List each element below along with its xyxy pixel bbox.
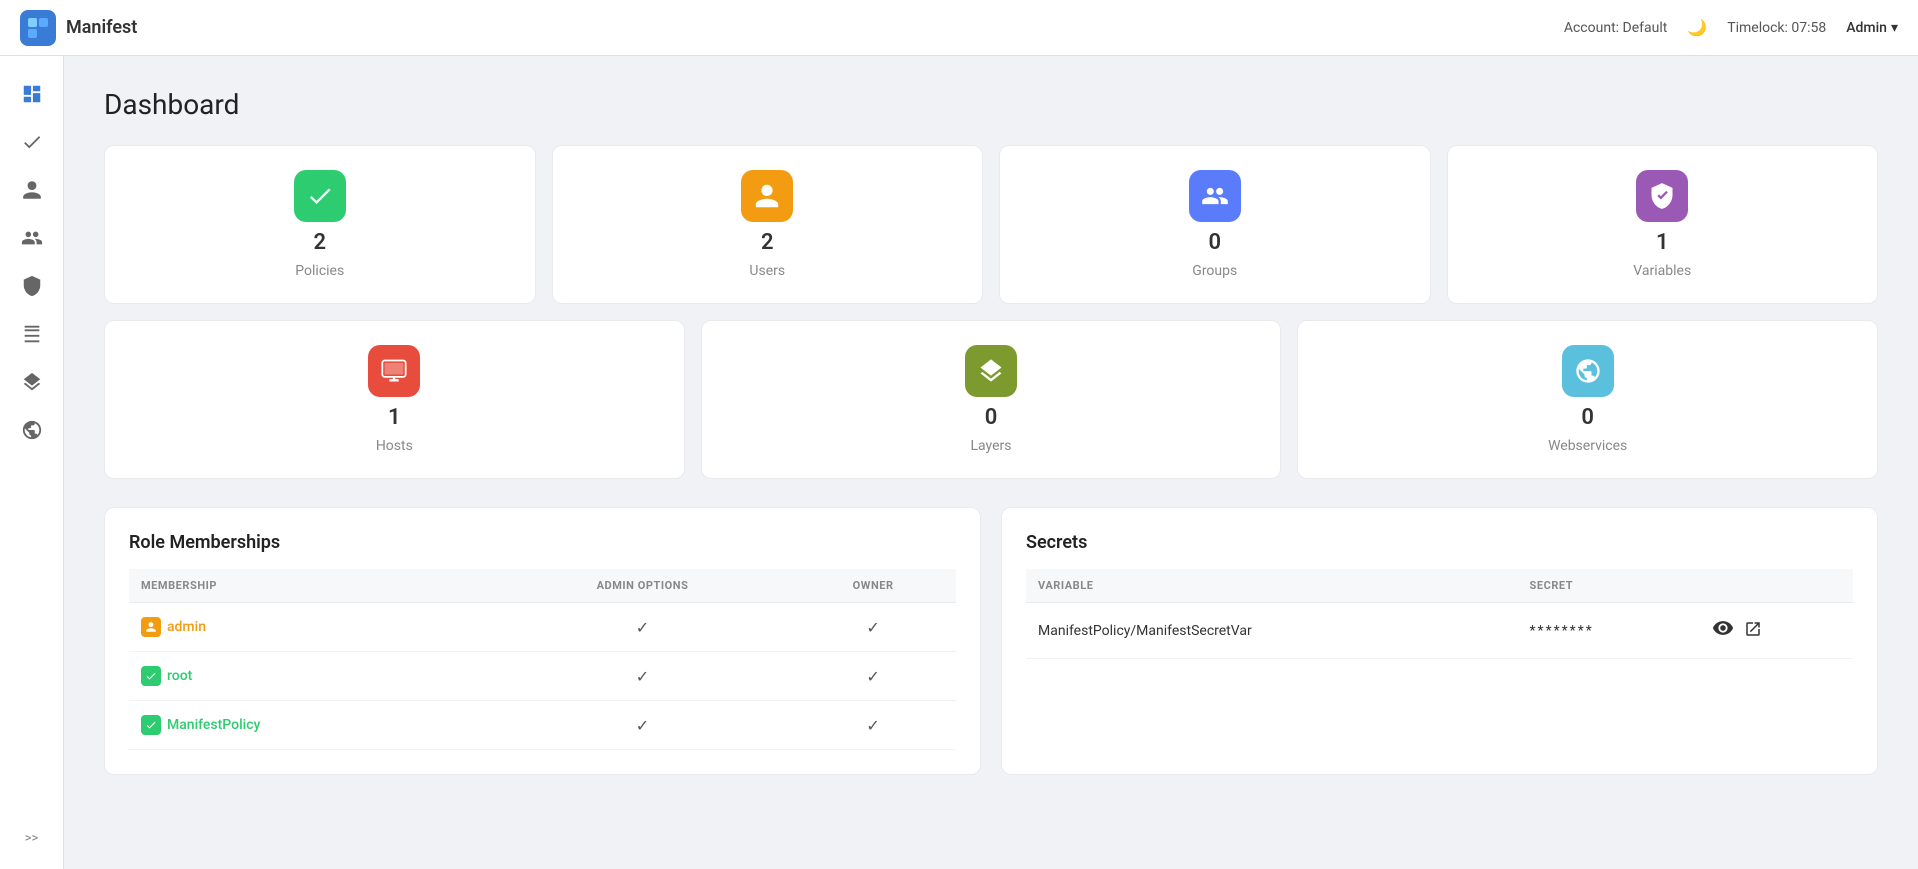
users-icon (741, 170, 793, 222)
timelock-label: Timelock: 07:58 (1727, 20, 1826, 36)
variables-icon (1636, 170, 1688, 222)
policies-label: Policies (295, 263, 344, 279)
secret-value: ******** (1518, 603, 1700, 659)
policies-icon (294, 170, 346, 222)
card-webservices[interactable]: 0 Webservices (1297, 320, 1878, 479)
secret-variable: ManifestPolicy/ManifestSecretVar (1026, 603, 1518, 659)
sidebar-item-dashboard[interactable] (10, 72, 54, 116)
admin-name: admin (167, 619, 206, 635)
secrets-table: Variable Secret ManifestPolicy/ManifestS… (1026, 569, 1853, 659)
col-actions (1700, 569, 1853, 603)
users-count: 2 (761, 230, 774, 255)
groups-label: Groups (1192, 263, 1237, 279)
hosts-label: Hosts (376, 438, 413, 454)
root-admin-options: ✓ (495, 652, 791, 701)
sidebar: >> (0, 56, 64, 869)
hosts-count: 1 (388, 405, 401, 430)
sidebar-item-tasks[interactable] (10, 120, 54, 164)
dark-mode-icon[interactable]: 🌙 (1687, 18, 1707, 37)
app-logo[interactable]: Manifest (20, 10, 137, 46)
users-label: Users (749, 263, 785, 279)
card-variables[interactable]: 1 Variables (1447, 145, 1879, 304)
bottom-section: Role Memberships Membership Admin Option… (104, 507, 1878, 775)
sidebar-item-servers[interactable] (10, 312, 54, 356)
layers-count: 0 (985, 405, 998, 430)
webservices-count: 0 (1581, 405, 1594, 430)
policies-count: 2 (313, 230, 326, 255)
topbar-right: Account: Default 🌙 Timelock: 07:58 Admin… (1564, 18, 1898, 37)
admin-menu[interactable]: Admin ▾ (1846, 20, 1898, 36)
sidebar-item-user[interactable] (10, 168, 54, 212)
secrets-panel: Secrets Variable Secret ManifestPolicy/M… (1001, 507, 1878, 775)
secret-actions-cell (1700, 603, 1853, 659)
col-membership: Membership (129, 569, 495, 603)
membership-admin[interactable]: admin (129, 603, 495, 652)
card-users[interactable]: 2 Users (552, 145, 984, 304)
membership-root[interactable]: root (129, 652, 495, 701)
reveal-secret-button[interactable] (1712, 617, 1734, 644)
chevron-down-icon: ▾ (1891, 20, 1898, 36)
membership-manifestpolicy[interactable]: ManifestPolicy (129, 701, 495, 750)
cards-row-1: 2 Policies 2 Users 0 Groups (104, 145, 1878, 304)
role-memberships-panel: Role Memberships Membership Admin Option… (104, 507, 981, 775)
layout: >> Dashboard 2 Policies 2 Users (0, 56, 1918, 869)
admin-owner: ✓ (790, 603, 956, 652)
sidebar-expand-button[interactable]: >> (10, 823, 54, 853)
hosts-icon (368, 345, 420, 397)
admin-admin-options: ✓ (495, 603, 791, 652)
variables-label: Variables (1633, 263, 1691, 279)
table-row: ManifestPolicy ✓ ✓ (129, 701, 956, 750)
admin-membership-icon (141, 617, 161, 637)
sidebar-item-globe[interactable] (10, 408, 54, 452)
manifestpolicy-icon (141, 715, 161, 735)
col-variable: Variable (1026, 569, 1518, 603)
groups-icon (1189, 170, 1241, 222)
card-policies[interactable]: 2 Policies (104, 145, 536, 304)
col-admin-options: Admin Options (495, 569, 791, 603)
role-memberships-title: Role Memberships (129, 532, 956, 553)
layers-icon (965, 345, 1017, 397)
variables-count: 1 (1656, 230, 1669, 255)
webservices-label: Webservices (1548, 438, 1627, 454)
col-owner: Owner (790, 569, 956, 603)
topbar: Manifest Account: Default 🌙 Timelock: 07… (0, 0, 1918, 56)
table-row: admin ✓ ✓ (129, 603, 956, 652)
card-hosts[interactable]: 1 Hosts (104, 320, 685, 479)
app-name: Manifest (66, 17, 137, 38)
root-owner: ✓ (790, 652, 956, 701)
page-title: Dashboard (104, 88, 1878, 121)
groups-count: 0 (1208, 230, 1221, 255)
logo-icon (20, 10, 56, 46)
sidebar-bottom: >> (10, 823, 54, 853)
col-secret: Secret (1518, 569, 1700, 603)
admin-label: Admin (1846, 20, 1887, 36)
sidebar-item-groups[interactable] (10, 216, 54, 260)
main-content: Dashboard 2 Policies 2 Users (64, 56, 1918, 869)
cards-row-2: 1 Hosts 0 Layers 0 Webservices (104, 320, 1878, 479)
open-secret-button[interactable] (1744, 620, 1762, 642)
root-membership-icon (141, 666, 161, 686)
table-row: ManifestPolicy/ManifestSecretVar *******… (1026, 603, 1853, 659)
manifestpolicy-admin-options: ✓ (495, 701, 791, 750)
webservices-icon (1562, 345, 1614, 397)
layers-label: Layers (971, 438, 1012, 454)
manifestpolicy-owner: ✓ (790, 701, 956, 750)
card-groups[interactable]: 0 Groups (999, 145, 1431, 304)
table-row: root ✓ ✓ (129, 652, 956, 701)
sidebar-item-shield[interactable] (10, 264, 54, 308)
secret-action-buttons (1712, 617, 1841, 644)
memberships-table: Membership Admin Options Owner (129, 569, 956, 750)
manifestpolicy-name: ManifestPolicy (167, 717, 260, 733)
card-layers[interactable]: 0 Layers (701, 320, 1282, 479)
root-name: root (167, 668, 192, 684)
account-label: Account: Default (1564, 20, 1667, 36)
secrets-title: Secrets (1026, 532, 1853, 553)
sidebar-item-layers[interactable] (10, 360, 54, 404)
